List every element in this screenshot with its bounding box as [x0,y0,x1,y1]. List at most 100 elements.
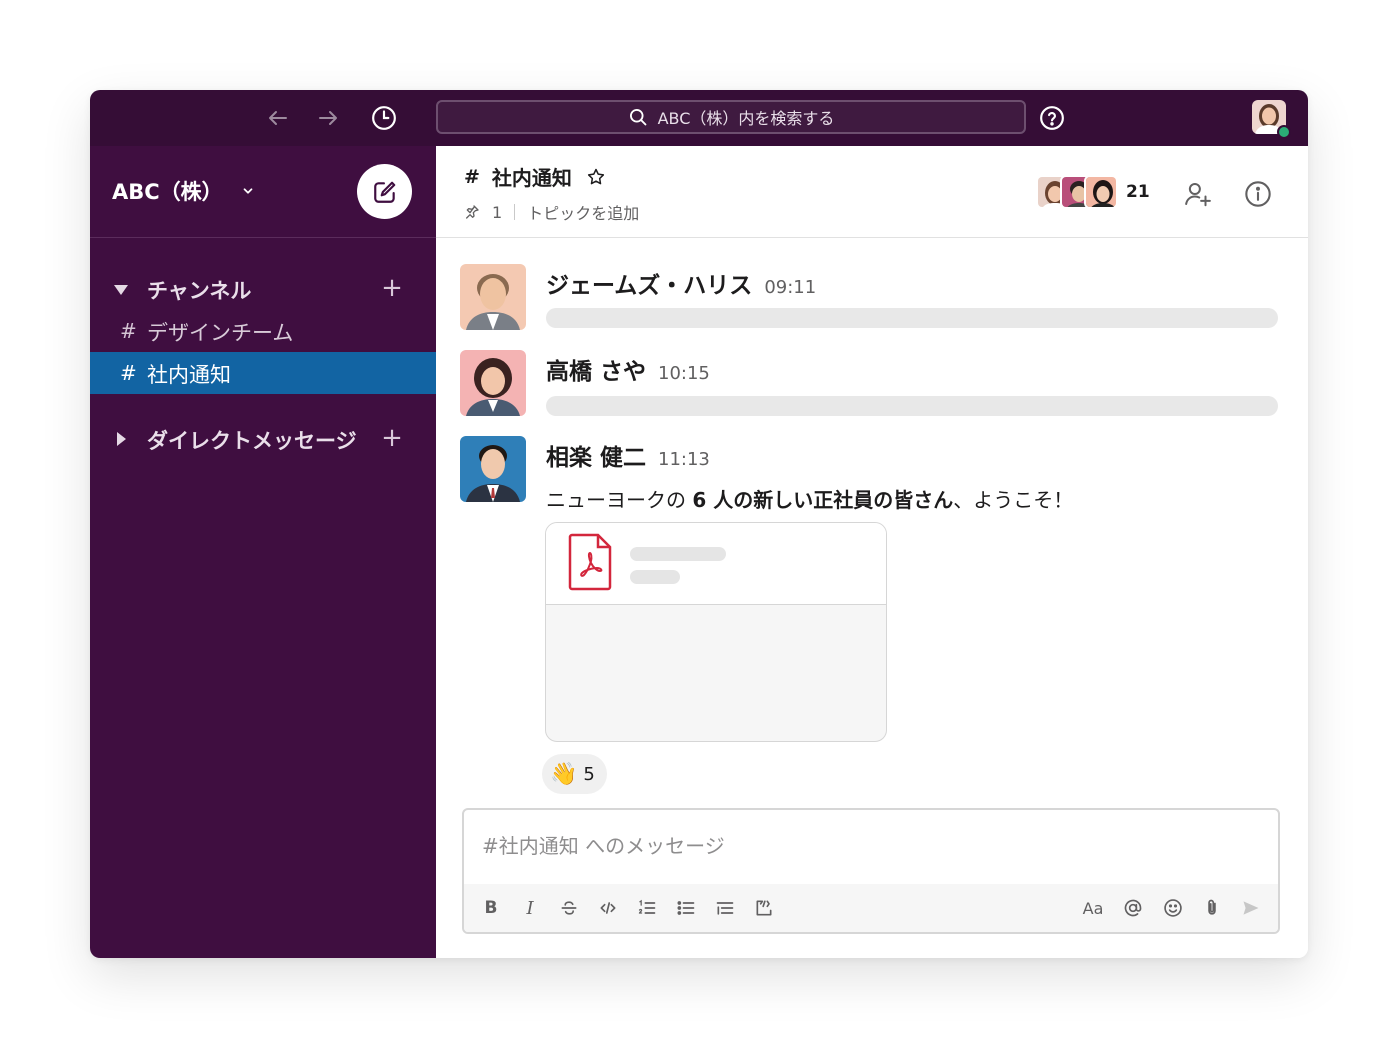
attach-button[interactable] [1197,894,1227,922]
channel-view: # 社内通知 1 トピックを追加 21 ジェームズ・ハリス 09:11 高橋 さ… [436,146,1308,958]
message-header: 相楽 健二 11:13 [546,438,710,472]
workspace-header: ABC（株） [90,146,436,238]
arrow-right-icon [319,111,337,125]
message-input[interactable] [464,810,1278,882]
add-member-button[interactable] [1182,178,1214,210]
search-bar[interactable]: ABC（株）内を検索する [436,100,1026,134]
message-author[interactable]: 高橋 さや [546,352,646,386]
add-channel-button[interactable]: + [380,274,404,302]
reaction-chip[interactable]: 👋 5 [542,754,607,794]
back-button[interactable] [264,104,292,132]
clock-icon [372,106,396,130]
search-icon [629,109,646,126]
sidebar-channel-announcements[interactable]: # 社内通知 [90,352,436,394]
message-header: 高橋 さや 10:15 [546,352,710,386]
add-user-icon [1185,183,1211,207]
message-header: ジェームズ・ハリス 09:11 [546,266,816,300]
pin-count: 1 [492,202,503,222]
emoji-button[interactable] [1158,894,1188,922]
author-photo-icon [460,264,526,330]
bullet-list-button[interactable] [671,894,701,922]
message-placeholder [546,308,1278,328]
message-placeholder [546,396,1278,416]
channels-section-header[interactable]: チャンネル + [90,270,436,306]
reaction-count: 5 [583,763,595,785]
add-topic-link[interactable]: トピックを追加 [527,200,639,224]
sidebar-channel-design-team[interactable]: # デザインチーム [90,310,436,352]
history-button[interactable] [370,104,398,132]
code-icon [600,902,616,914]
pin-icon[interactable] [464,204,480,220]
channel-header: # 社内通知 1 トピックを追加 21 [436,146,1308,238]
message: 高橋 さや 10:15 [460,350,1290,422]
compose-button[interactable] [357,164,412,219]
workspace-name: ABC（株） [112,180,223,204]
channel-name: 社内通知 [147,363,231,387]
text-format-button[interactable]: Aa [1078,894,1108,922]
hash-icon: # [120,319,137,343]
dm-section-label: ダイレクトメッセージ [147,429,357,453]
ordered-list-button[interactable] [632,894,662,922]
member-count: 21 [1126,182,1150,202]
message-avatar[interactable] [460,350,526,416]
channel-title[interactable]: # 社内通知 [464,162,606,191]
star-icon[interactable] [586,167,606,187]
paperclip-icon [1208,899,1216,915]
waving-hand-icon: 👋 [550,761,578,787]
file-size-placeholder [630,570,680,584]
bold-button[interactable]: B [476,894,506,922]
bullet-list-icon [677,901,695,915]
code-button[interactable] [593,894,623,922]
code-block-button[interactable] [749,894,779,922]
add-dm-button[interactable]: + [380,424,404,452]
file-attachment[interactable] [545,522,887,742]
member-list-button[interactable]: 21 [1036,172,1150,212]
forward-button[interactable] [314,104,342,132]
message-text-bold: 6 人の新しい正社員の皆さん [692,488,954,512]
search-text: ABC（株）内を検索する [657,109,835,128]
member-avatar [1084,175,1118,209]
channel-name: デザインチーム [147,321,294,345]
divider [514,204,516,220]
message-avatar[interactable] [460,436,526,502]
channel-info-button[interactable] [1242,178,1274,210]
italic-button[interactable]: I [515,894,545,922]
hash-icon: # [464,165,480,188]
dm-section-header[interactable]: ダイレクトメッセージ + [90,420,436,456]
ordered-list-icon [638,899,656,914]
author-photo-icon [460,436,526,502]
message-timestamp[interactable]: 10:15 [658,363,710,384]
blockquote-button[interactable] [710,894,740,922]
workspace-menu[interactable]: ABC（株） [112,176,255,206]
at-icon [1124,899,1142,917]
channel-details: 1 トピックを追加 [464,200,639,224]
smile-icon [1164,899,1182,917]
strikethrough-button[interactable] [554,894,584,922]
hash-icon: # [120,361,137,385]
message: ジェームズ・ハリス 09:11 [460,264,1290,336]
strikethrough-icon [561,901,577,915]
message-text: 、ようこそ！ [953,488,1074,512]
channel-name: 社内通知 [491,166,572,190]
message-author[interactable]: ジェームズ・ハリス [546,266,752,300]
author-photo-icon [460,350,526,416]
help-button[interactable] [1038,104,1066,132]
send-button[interactable] [1236,894,1266,922]
blockquote-icon [716,902,734,915]
formatting-toolbar: B I Aa [464,884,1278,932]
message-avatar[interactable] [460,264,526,330]
sidebar: ABC（株） チャンネル + # デザインチーム # 社内通知 ダイレクトメッセ… [90,146,436,958]
mention-button[interactable] [1118,894,1148,922]
pdf-icon [568,533,612,595]
member-photo-icon [1086,177,1116,207]
message-timestamp[interactable]: 09:11 [764,277,816,298]
caret-right-icon [117,431,127,450]
send-icon [1243,901,1259,915]
message-timestamp[interactable]: 11:13 [658,449,710,470]
message-text: ニューヨークの [546,488,693,512]
caret-down-icon [114,282,128,301]
file-header [546,523,886,605]
channels-section-label: チャンネル [147,279,252,303]
message-author[interactable]: 相楽 健二 [546,438,646,472]
chevron-down-icon [241,184,255,198]
